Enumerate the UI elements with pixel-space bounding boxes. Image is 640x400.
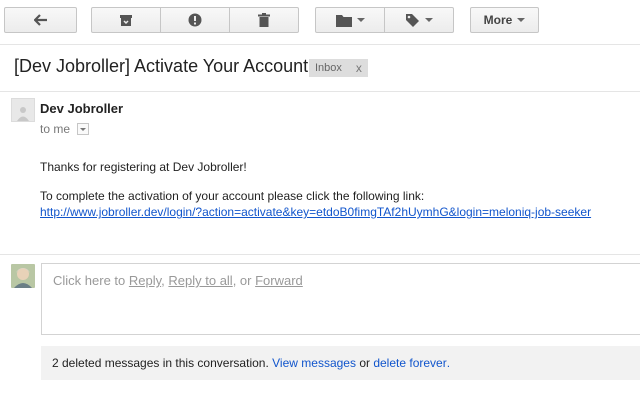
report-spam-icon bbox=[188, 13, 202, 27]
toolbar: More bbox=[0, 0, 640, 45]
recipient-text: to me bbox=[40, 122, 71, 136]
chevron-down-icon bbox=[356, 18, 365, 22]
reply-prompt-prefix: Click here to bbox=[53, 273, 129, 288]
sender-avatar bbox=[11, 98, 35, 122]
or-text: or bbox=[359, 356, 370, 370]
folder-icon bbox=[335, 14, 352, 27]
more-button[interactable]: More bbox=[470, 7, 539, 33]
deleted-messages-bar: 2 deleted messages in this conversation.… bbox=[41, 346, 640, 380]
view-messages-link[interactable]: View messages bbox=[272, 356, 356, 370]
move-to-button[interactable] bbox=[315, 7, 385, 33]
deleted-messages-text: 2 deleted messages in this conversation. bbox=[52, 356, 269, 370]
divider bbox=[0, 254, 640, 255]
reply-prompt: Click here to Reply, Reply to all, or Fo… bbox=[53, 273, 303, 288]
delete-forever-link[interactable]: delete forever bbox=[373, 356, 446, 370]
reply-separator: , or bbox=[232, 273, 256, 288]
divider bbox=[0, 91, 640, 92]
labels-button[interactable] bbox=[384, 7, 454, 33]
show-details-button[interactable] bbox=[77, 123, 89, 135]
activation-link[interactable]: http://www.jobroller.dev/login/?action=a… bbox=[40, 205, 591, 219]
sender-name[interactable]: Dev Jobroller bbox=[40, 101, 123, 116]
user-avatar bbox=[11, 264, 35, 288]
period-text: . bbox=[446, 356, 451, 370]
email-subject: [Dev Jobroller] Activate Your Account bbox=[14, 56, 309, 76]
forward-link[interactable]: Forward bbox=[255, 273, 303, 288]
body-greeting: Thanks for registering at Dev Jobroller! bbox=[40, 160, 247, 174]
body-instruction: To complete the activation of your accou… bbox=[40, 189, 425, 203]
chevron-down-icon bbox=[425, 18, 433, 22]
delete-button[interactable] bbox=[229, 7, 299, 33]
more-label: More bbox=[483, 13, 513, 27]
archive-icon bbox=[119, 14, 133, 27]
archive-button[interactable] bbox=[91, 7, 161, 33]
back-button[interactable] bbox=[4, 7, 77, 33]
arrow-left-icon bbox=[33, 14, 48, 26]
label-name: Inbox bbox=[315, 62, 342, 74]
tag-icon bbox=[405, 13, 420, 28]
reply-link[interactable]: Reply bbox=[129, 273, 161, 288]
chevron-down-icon bbox=[80, 127, 86, 131]
trash-icon bbox=[258, 13, 270, 27]
chevron-down-icon bbox=[517, 18, 526, 22]
person-icon bbox=[17, 107, 29, 121]
inbox-label-chip[interactable]: Inbox x bbox=[309, 59, 368, 77]
remove-label-icon[interactable]: x bbox=[356, 61, 362, 75]
reply-all-link[interactable]: Reply to all bbox=[168, 273, 232, 288]
report-spam-button[interactable] bbox=[160, 7, 230, 33]
